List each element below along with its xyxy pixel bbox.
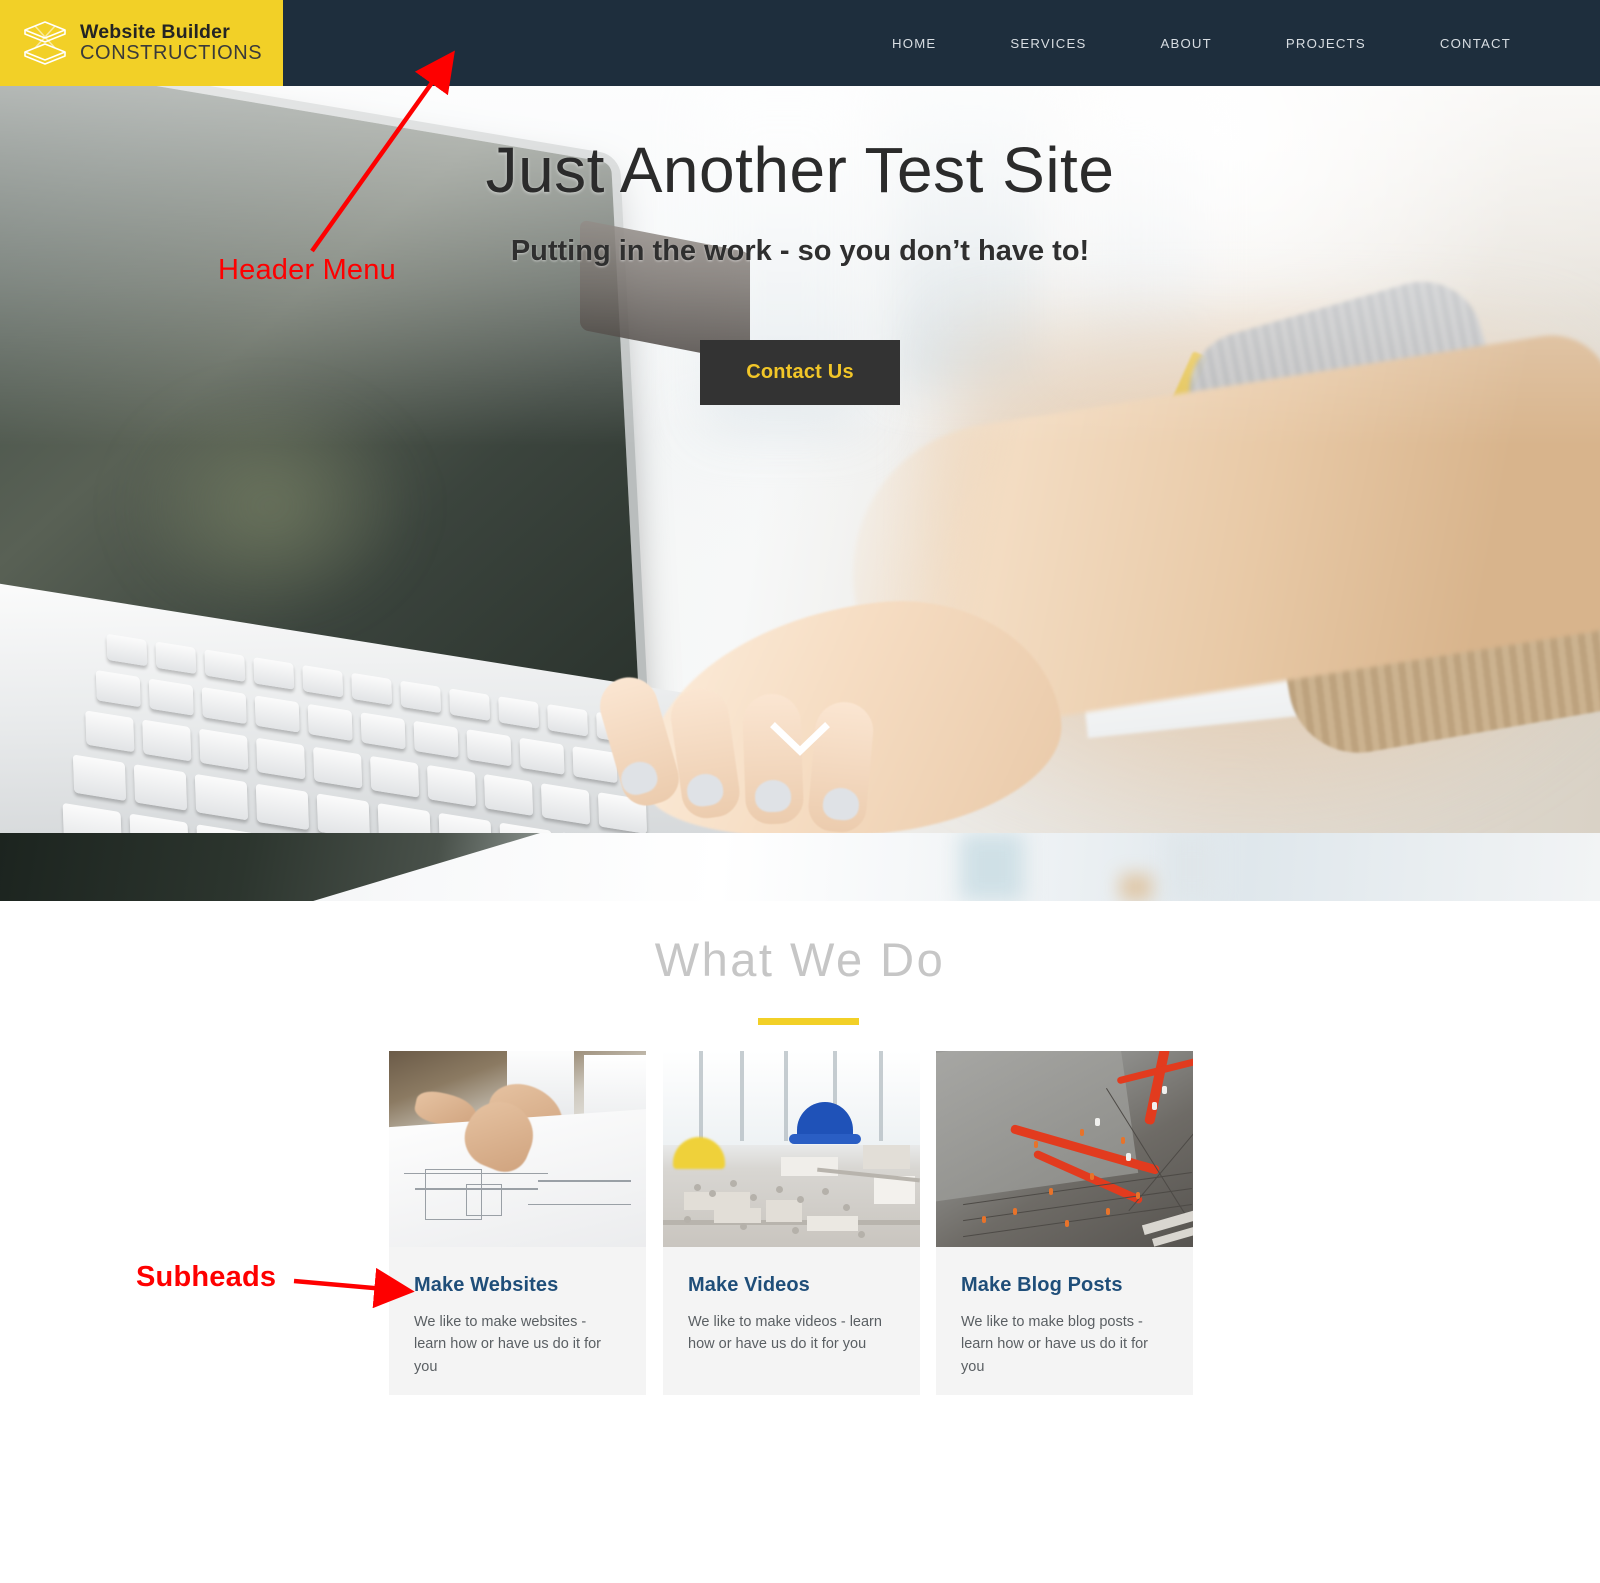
card-title: Make Videos <box>688 1274 810 1296</box>
logo-text: Website Builder CONSTRUCTIONS <box>80 22 262 63</box>
nav-item-projects[interactable]: PROJECTS <box>1249 36 1403 51</box>
logo[interactable]: Website Builder CONSTRUCTIONS <box>0 0 283 86</box>
hero-content: Just Another Test Site Putting in the wo… <box>0 86 1600 405</box>
blueprint-review-photo <box>389 1051 646 1247</box>
chevron-down-icon[interactable] <box>769 719 831 759</box>
nav-item-home[interactable]: HOME <box>855 36 973 51</box>
service-card[interactable]: Make Blog Posts We like to make blog pos… <box>936 1051 1193 1395</box>
page-root: Website Builder CONSTRUCTIONS HOME SERVI… <box>0 0 1600 1583</box>
page-title: Just Another Test Site <box>485 134 1115 206</box>
card-text: We like to make blog posts - learn how o… <box>961 1314 1148 1375</box>
card-title: Make Blog Posts <box>961 1274 1123 1296</box>
architecture-model-photo <box>663 1051 920 1247</box>
logo-line-1: Website Builder <box>80 21 231 44</box>
section-title-underline <box>758 1018 859 1025</box>
hero-photo-strip <box>0 833 1600 901</box>
service-card[interactable]: Make Websites We like to make websites -… <box>389 1051 646 1395</box>
construction-site-aerial-photo <box>936 1051 1193 1247</box>
nav-item-about[interactable]: ABOUT <box>1123 36 1248 51</box>
header-nav: HOME SERVICES ABOUT PROJECTS CONTACT <box>855 0 1548 86</box>
service-card[interactable]: Make Videos We like to make videos - lea… <box>663 1051 920 1395</box>
contact-us-button[interactable]: Contact Us <box>700 339 900 405</box>
service-cards: Make Websites We like to make websites -… <box>389 1051 1195 1395</box>
site-header: Website Builder CONSTRUCTIONS HOME SERVI… <box>0 0 1600 86</box>
logo-line-2: CONSTRUCTIONS <box>80 41 263 64</box>
annotation-label-header-menu: Header Menu <box>218 254 396 286</box>
nav-item-contact[interactable]: CONTACT <box>1403 36 1548 51</box>
annotation-label-subheads: Subheads <box>136 1261 277 1293</box>
card-text: We like to make websites - learn how or … <box>414 1314 601 1375</box>
card-title: Make Websites <box>414 1274 559 1296</box>
card-text: We like to make videos - learn how or ha… <box>688 1314 882 1353</box>
section-title-what-we-do: What We Do <box>654 933 946 986</box>
nav-item-services[interactable]: SERVICES <box>973 36 1123 51</box>
hero-section: Just Another Test Site Putting in the wo… <box>0 86 1600 833</box>
stacked-layers-logo-icon <box>24 21 66 65</box>
